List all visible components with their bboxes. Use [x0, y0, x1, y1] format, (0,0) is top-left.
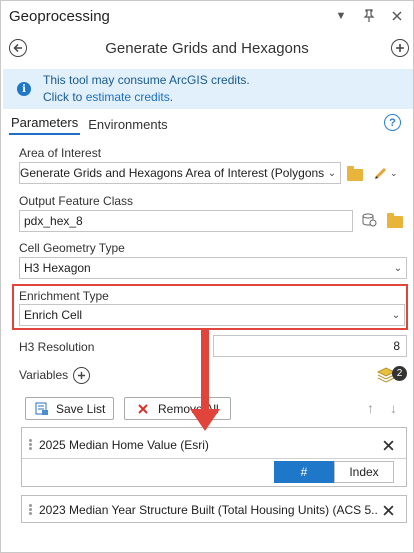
- banner-text: This tool may consume ArcGIS credits. Cl…: [43, 72, 250, 106]
- chevron-down-icon: ⌄: [390, 167, 398, 178]
- cell-geometry-type-label: Cell Geometry Type: [19, 241, 125, 255]
- card-divider: [22, 458, 406, 459]
- close-icon[interactable]: [383, 505, 394, 516]
- credits-info-banner: i This tool may consume ArcGIS credits. …: [3, 69, 413, 109]
- sketch-tool-button[interactable]: ⌄: [373, 162, 403, 184]
- h3-resolution-input[interactable]: 8: [213, 335, 407, 357]
- banner-line2-prefix: Click to: [43, 90, 86, 104]
- h3-resolution-value: 8: [393, 339, 400, 353]
- add-button[interactable]: [391, 39, 409, 57]
- area-of-interest-label: Area of Interest: [19, 146, 102, 160]
- close-icon[interactable]: [383, 440, 394, 451]
- info-icon: i: [17, 82, 31, 96]
- folder-icon[interactable]: [387, 213, 403, 228]
- save-list-label: Save List: [56, 401, 106, 416]
- pane-window-controls: ▼: [333, 8, 405, 24]
- plus-icon: [77, 371, 86, 380]
- banner-line1: This tool may consume ArcGIS credits.: [43, 73, 250, 87]
- pane-titlebar: Geoprocessing ▼: [1, 1, 413, 31]
- variable-card: 2025 Median Home Value (Esri) # Index: [21, 427, 407, 487]
- chevron-down-icon: ⌄: [327, 167, 337, 179]
- estimate-credits-link[interactable]: estimate credits: [86, 90, 170, 104]
- callout-arrow-shaft: [201, 329, 209, 413]
- add-variable-button[interactable]: [73, 367, 90, 384]
- display-option-number[interactable]: #: [274, 461, 334, 483]
- arrow-left-icon: [13, 43, 22, 53]
- tool-header: Generate Grids and Hexagons: [1, 33, 413, 63]
- chevron-down-icon: ⌄: [391, 309, 401, 321]
- banner-line2-suffix: .: [169, 90, 174, 104]
- tab-environments[interactable]: Environments: [86, 117, 169, 135]
- tool-tabs: Parameters Environments ?: [9, 113, 405, 135]
- output-feature-class-value: pdx_hex_8: [24, 214, 83, 228]
- variables-label: Variables: [19, 368, 69, 382]
- cell-geometry-type-select[interactable]: H3 Hexagon ⌄: [19, 257, 407, 279]
- plus-icon: [396, 44, 404, 52]
- save-list-button[interactable]: Save List: [25, 397, 114, 420]
- pin-icon[interactable]: [361, 8, 377, 24]
- enrichment-type-label: Enrichment Type: [19, 289, 109, 303]
- arrow-up-icon[interactable]: ↑: [367, 400, 374, 416]
- arrow-down-icon[interactable]: ↓: [390, 400, 397, 416]
- chevron-down-icon: ⌄: [393, 262, 403, 274]
- variable-name: 2025 Median Home Value (Esri): [39, 438, 209, 452]
- display-option-index[interactable]: Index: [334, 461, 394, 483]
- pane-title: Geoprocessing: [9, 7, 110, 25]
- cell-geometry-type-value: H3 Hexagon: [24, 261, 91, 275]
- variable-card: 2023 Median Year Structure Built (Total …: [21, 495, 407, 523]
- remove-icon: [138, 403, 148, 414]
- enrichment-type-select[interactable]: Enrich Cell ⌄: [19, 304, 405, 326]
- area-of-interest-value: Generate Grids and Hexagons Area of Inte…: [20, 166, 324, 180]
- output-feature-class-input[interactable]: pdx_hex_8: [19, 210, 353, 232]
- geoprocessing-pane: Geoprocessing ▼ Generate Grids and Hexag…: [0, 0, 414, 553]
- display-toggle: # Index: [274, 461, 394, 483]
- pencil-icon: [374, 167, 387, 180]
- tool-title: Generate Grids and Hexagons: [105, 39, 309, 57]
- banner-line2: Click to estimate credits.: [43, 89, 250, 106]
- help-icon[interactable]: ?: [384, 114, 401, 131]
- variables-count-badge: 2: [392, 366, 407, 381]
- enrichment-type-value: Enrich Cell: [24, 308, 83, 322]
- folder-icon[interactable]: [347, 166, 363, 181]
- tab-parameters[interactable]: Parameters: [9, 115, 81, 135]
- drag-handle-icon[interactable]: [29, 504, 33, 516]
- back-button[interactable]: [9, 39, 27, 57]
- h3-resolution-label: H3 Resolution: [19, 340, 95, 354]
- output-feature-class-label: Output Feature Class: [19, 194, 134, 208]
- database-icon[interactable]: [361, 212, 377, 231]
- save-list-icon: [35, 402, 48, 415]
- dropdown-icon[interactable]: ▼: [333, 8, 349, 24]
- callout-arrow-head: [190, 409, 220, 431]
- close-icon[interactable]: [389, 8, 405, 24]
- drag-handle-icon[interactable]: [29, 439, 33, 451]
- variable-name: 2023 Median Year Structure Built (Total …: [39, 503, 379, 517]
- area-of-interest-select[interactable]: Generate Grids and Hexagons Area of Inte…: [19, 162, 341, 184]
